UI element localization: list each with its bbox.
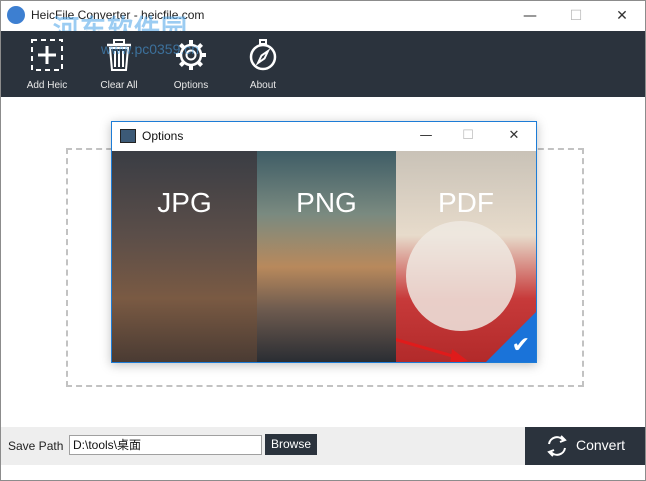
dialog-maximize-button[interactable]: ☐ (446, 122, 490, 150)
toolbar: Add Heic Clear All Options About (1, 31, 645, 97)
options-label: Options (173, 80, 209, 91)
add-icon (31, 39, 63, 71)
app-window: HeicFile Converter - heicfile.com 河东软件园 … (0, 0, 646, 481)
minimize-button[interactable]: — (507, 1, 553, 31)
format-option-jpg[interactable]: JPG (112, 151, 257, 362)
convert-button[interactable]: Convert (525, 427, 645, 465)
add-heic-label: Add Heic (26, 80, 68, 91)
title-bar: HeicFile Converter - heicfile.com 河东软件园 … (1, 1, 645, 44)
clear-all-label: Clear All (100, 80, 138, 91)
dialog-minimize-button[interactable]: — (404, 122, 448, 150)
convert-label: Convert (576, 437, 626, 453)
browse-button[interactable]: Browse (265, 434, 317, 455)
bottom-bar: Save Path D:\tools\桌面 Browse Convert (1, 427, 645, 480)
format-label-jpg: JPG (157, 187, 212, 218)
watermark-url: www.pc0359.cn (101, 41, 200, 57)
save-path-input[interactable]: D:\tools\桌面 (69, 435, 262, 455)
format-option-png[interactable]: PNG (257, 151, 396, 362)
compass-icon (249, 39, 277, 71)
check-icon: ✔ (511, 333, 530, 358)
about-button[interactable]: About (228, 31, 298, 97)
format-label-png: PNG (296, 187, 357, 218)
app-logo-icon (7, 6, 25, 24)
arrow-annotation-icon (396, 338, 468, 362)
convert-icon (547, 435, 567, 457)
dialog-app-icon (120, 129, 136, 143)
format-label-pdf: PDF (438, 187, 494, 218)
options-dialog: Options — ☐ ✕ JPG PNG PDF ✔ (111, 121, 537, 363)
dialog-title: Options (142, 129, 184, 143)
add-heic-button[interactable]: Add Heic (12, 31, 82, 97)
close-button[interactable]: ✕ (599, 1, 645, 31)
dialog-close-button[interactable]: ✕ (492, 122, 536, 150)
about-label: About (249, 80, 277, 91)
dialog-title-bar: Options — ☐ ✕ (112, 122, 536, 150)
save-path-bar: Save Path D:\tools\桌面 Browse (1, 427, 525, 465)
save-path-label: Save Path (8, 439, 64, 453)
format-option-pdf[interactable]: PDF ✔ (396, 151, 536, 362)
maximize-button[interactable]: ☐ (553, 1, 599, 31)
